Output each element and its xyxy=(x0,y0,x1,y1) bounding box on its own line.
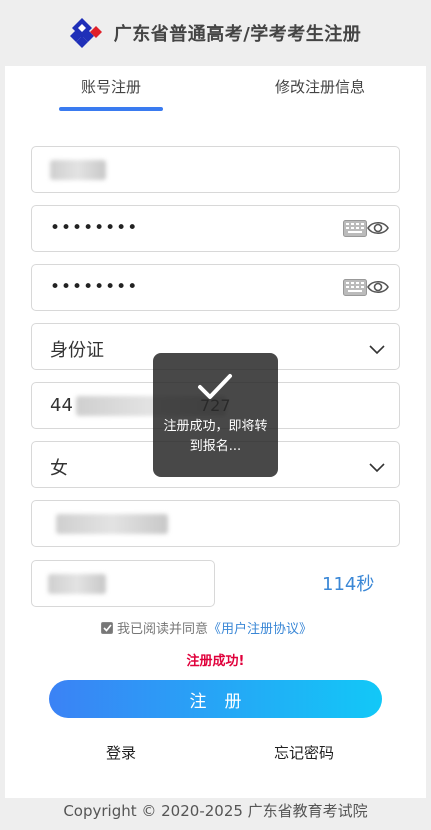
success-toast: 注册成功，即将转到报名... xyxy=(153,353,278,477)
password-field[interactable]: •••••••• xyxy=(31,205,400,252)
tab-account-register[interactable]: 账号注册 xyxy=(81,76,141,97)
verification-code-field[interactable] xyxy=(31,560,215,607)
agreement-link[interactable]: 《用户注册协议》 xyxy=(208,618,312,637)
tab-modify-info[interactable]: 修改注册信息 xyxy=(275,76,365,97)
id-type-value: 身份证 xyxy=(50,340,104,361)
resend-countdown: 114秒 xyxy=(322,574,375,595)
register-button[interactable]: 注册 xyxy=(49,680,382,718)
phone-field[interactable] xyxy=(31,500,400,547)
gender-value: 女 xyxy=(50,458,68,479)
checkmark-icon xyxy=(197,373,233,405)
toast-message: 注册成功，即将转到报名... xyxy=(163,419,268,454)
username-field[interactable] xyxy=(31,146,400,193)
app-header: 广东省普通高考/学考考生注册 xyxy=(0,0,431,66)
active-tab-indicator xyxy=(59,107,163,111)
tab-bar: 账号注册 修改注册信息 xyxy=(5,66,426,112)
password-mask: •••••••• xyxy=(50,218,139,238)
agreement-row: 我已阅读并同意 《用户注册协议》 xyxy=(101,618,312,637)
forgot-password-link[interactable]: 忘记密码 xyxy=(274,742,334,763)
agreement-text: 我已阅读并同意 xyxy=(117,622,209,637)
chevron-down-icon xyxy=(369,340,385,359)
show-password-icon[interactable] xyxy=(367,219,389,241)
chevron-down-icon xyxy=(369,458,385,477)
footer-copyright: Copyright © 2020-2025 广东省教育考试院 xyxy=(63,802,368,820)
agreement-checkbox[interactable] xyxy=(101,621,113,634)
confirm-password-field[interactable]: •••••••• xyxy=(31,264,400,311)
confirm-password-mask: •••••••• xyxy=(50,277,139,297)
redacted-value xyxy=(50,160,106,180)
keyboard-icon[interactable] xyxy=(343,279,367,300)
page-title: 广东省普通高考/学考考生注册 xyxy=(113,24,362,45)
redacted-value xyxy=(48,574,106,594)
redacted-value xyxy=(56,514,168,534)
keyboard-icon[interactable] xyxy=(343,220,367,241)
exam-authority-logo xyxy=(69,16,104,50)
show-password-icon[interactable] xyxy=(367,278,389,300)
login-link[interactable]: 登录 xyxy=(106,742,136,763)
status-message: 注册成功! xyxy=(186,654,245,669)
id-number-prefix: 44 xyxy=(50,395,73,416)
